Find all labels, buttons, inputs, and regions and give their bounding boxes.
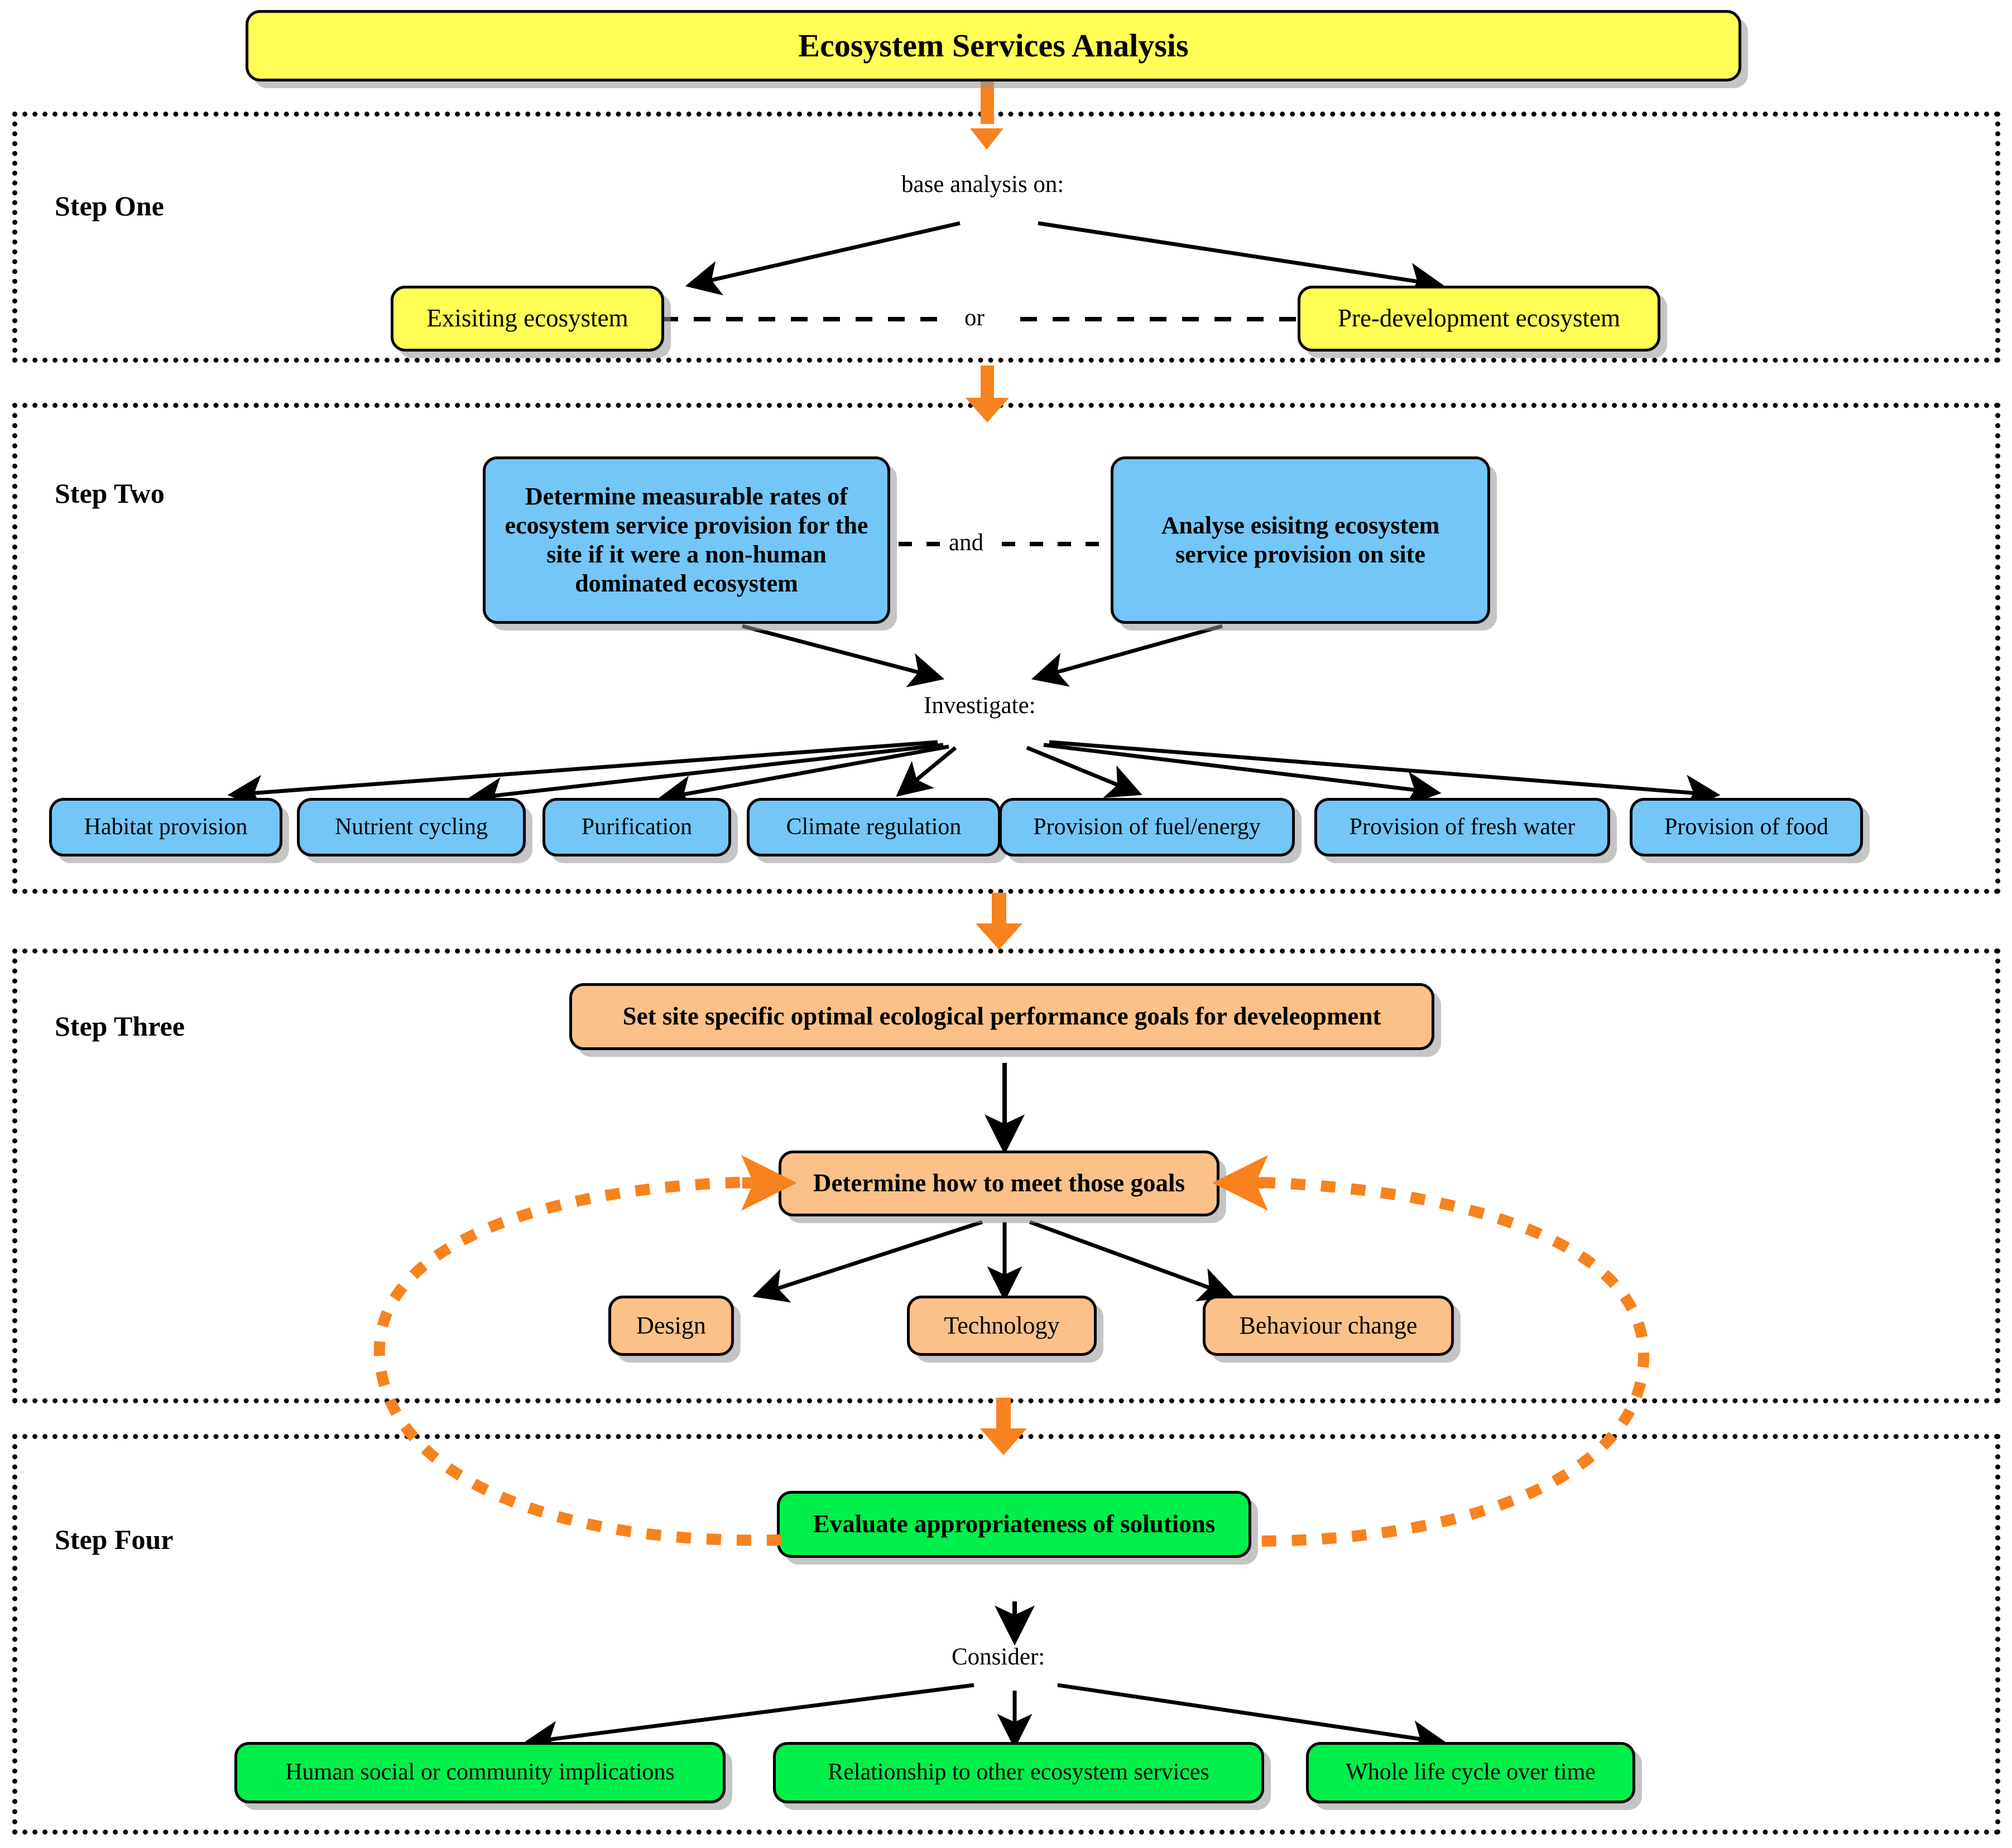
node-provision-fuel-energy[interactable]: Provision of fuel/energy — [999, 798, 1295, 856]
node-habitat-provision[interactable]: Habitat provision — [49, 798, 282, 856]
node-human-social-implications[interactable]: Human social or community implications — [234, 1742, 726, 1803]
node-existing-ecosystem[interactable]: Exisiting ecosystem — [391, 286, 664, 352]
flowchart-canvas: Step One Step Two Step Three Step Four E… — [0, 0, 2012, 1848]
node-climate-regulation[interactable]: Climate regulation — [747, 798, 1001, 856]
node-set-performance-goals[interactable]: Set site specific optimal ecological per… — [569, 983, 1434, 1050]
node-pre-development-ecosystem[interactable]: Pre-development ecosystem — [1298, 286, 1660, 352]
title-box[interactable]: Ecosystem Services Analysis — [246, 10, 1741, 81]
step-three-label: Step Three — [55, 1010, 185, 1042]
step-one-or-label: or — [964, 305, 985, 331]
node-provision-fresh-water[interactable]: Provision of fresh water — [1314, 798, 1610, 856]
node-behaviour-change[interactable]: Behaviour change — [1203, 1296, 1454, 1356]
step-four-label: Step Four — [55, 1524, 174, 1555]
node-analyse-existing-provision[interactable]: Analyse esisitng ecosystem service provi… — [1111, 456, 1490, 624]
node-provision-food[interactable]: Provision of food — [1630, 798, 1863, 856]
node-determine-how-to-meet-goals[interactable]: Determine how to meet those goals — [779, 1151, 1219, 1216]
step-four-consider-caption: Consider: — [952, 1644, 1045, 1670]
node-whole-life-cycle[interactable]: Whole life cycle over time — [1306, 1742, 1635, 1803]
node-purification[interactable]: Purification — [542, 798, 731, 856]
step-two-and-label: and — [949, 530, 984, 556]
node-determine-measurable-rates[interactable]: Determine measurable rates of ecosystem … — [483, 456, 890, 624]
step-two-investigate-caption: Investigate: — [924, 692, 1036, 719]
step-two-label: Step Two — [55, 478, 165, 509]
node-design[interactable]: Design — [608, 1296, 734, 1356]
node-technology[interactable]: Technology — [907, 1296, 1097, 1356]
step-one-panel — [12, 112, 2000, 363]
step-one-caption: base analysis on: — [901, 171, 1064, 198]
node-nutrient-cycling[interactable]: Nutrient cycling — [297, 798, 526, 856]
step-one-label: Step One — [55, 190, 164, 222]
node-relationship-other-services[interactable]: Relationship to other ecosystem services — [773, 1742, 1264, 1803]
node-evaluate-appropriateness[interactable]: Evaluate appropriateness of solutions — [777, 1491, 1251, 1558]
